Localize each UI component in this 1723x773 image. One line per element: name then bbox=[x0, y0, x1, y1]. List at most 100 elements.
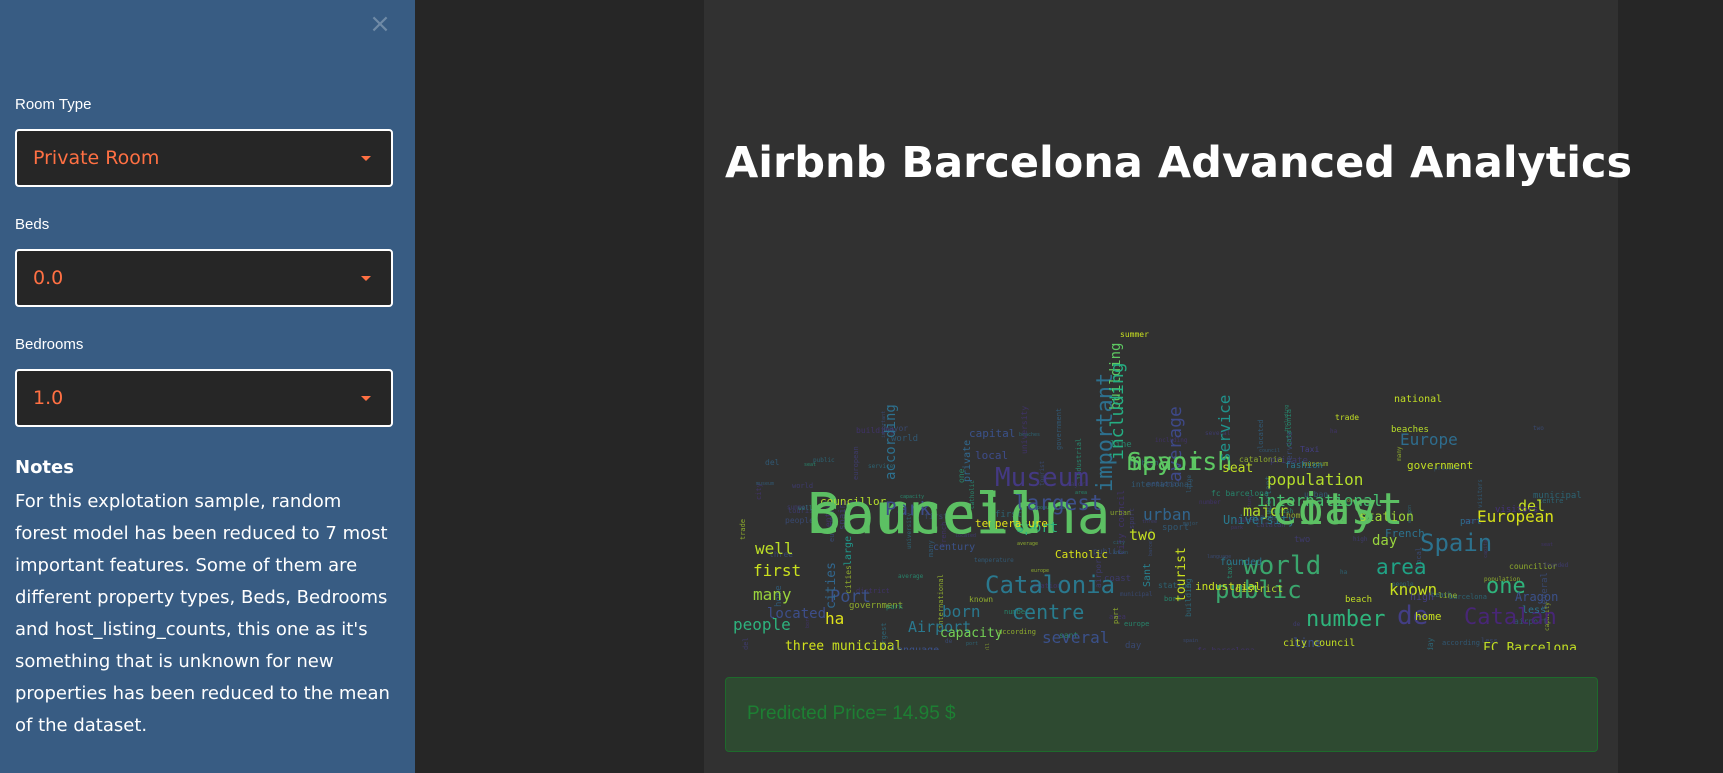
wordcloud-svg: barcelonacityspanishcataloniamuseumworld… bbox=[733, 330, 1582, 650]
beds-value: 0.0 bbox=[33, 267, 64, 289]
wordcloud-filler: according bbox=[1442, 639, 1480, 647]
chevron-down-icon bbox=[361, 396, 371, 401]
wordcloud-filler: ha bbox=[1340, 569, 1348, 576]
wordcloud-word: local bbox=[975, 449, 1008, 462]
wordcloud-filler: public bbox=[813, 457, 835, 464]
chevron-down-icon bbox=[361, 156, 371, 161]
wordcloud-word: Aragon bbox=[1515, 590, 1558, 604]
notes-title: Notes bbox=[15, 457, 74, 478]
wordcloud-word: beach bbox=[1345, 595, 1372, 605]
notes-line: and host_listing_counts, this one as it'… bbox=[15, 619, 368, 640]
wordcloud-word: high bbox=[1410, 592, 1434, 603]
beds-label: Beds bbox=[15, 216, 50, 233]
wordcloud-word: born bbox=[942, 602, 981, 621]
wordcloud-filler: day bbox=[1125, 641, 1142, 650]
wordcloud-word: beaches bbox=[1391, 425, 1429, 435]
wordcloud-word: located bbox=[767, 606, 826, 622]
wordcloud-filler: seat bbox=[1541, 542, 1553, 548]
room-type-value: Private Room bbox=[33, 147, 160, 169]
wordcloud-word: Sant bbox=[1142, 563, 1153, 587]
wordcloud-word: cities bbox=[824, 562, 839, 609]
wordcloud-word: capital bbox=[969, 427, 1015, 440]
wordcloud-word: council bbox=[807, 482, 1043, 547]
wordcloud-word: capacity bbox=[940, 626, 1003, 641]
wordcloud-word: national bbox=[1394, 394, 1442, 405]
wordcloud-word: fashion bbox=[1285, 461, 1323, 471]
wordcloud-word: government bbox=[1407, 459, 1473, 472]
wordcloud-filler: founded bbox=[1543, 562, 1569, 569]
wordcloud-filler: university bbox=[1020, 406, 1029, 454]
wordcloud-filler: including bbox=[1284, 405, 1290, 432]
wordcloud-word: summer bbox=[1120, 330, 1149, 339]
wordcloud-filler: known bbox=[1113, 550, 1128, 556]
prediction-alert: Predicted Price= 14.95 $ bbox=[725, 677, 1598, 752]
room-type-label: Room Type bbox=[15, 96, 92, 113]
wordcloud-word: area bbox=[1376, 555, 1427, 579]
wordcloud-word: many bbox=[753, 585, 792, 604]
wordcloud-filler: two bbox=[1294, 535, 1310, 545]
notes-line: properties has been reduced to the mean bbox=[15, 683, 390, 704]
wordcloud-filler: city council bbox=[1117, 490, 1127, 555]
bedrooms-select[interactable]: 1.0 bbox=[15, 369, 393, 427]
wordcloud-filler: well bbox=[985, 643, 991, 650]
wordcloud-filler: line bbox=[1438, 591, 1457, 600]
wordcloud-filler: located bbox=[1257, 419, 1265, 449]
wordcloud-word: city council bbox=[1283, 638, 1355, 649]
sidebar: × Room Type Private Room Beds 0.0 Bedroo… bbox=[0, 0, 415, 773]
wordcloud-filler: council bbox=[1259, 448, 1280, 454]
wordcloud-word: district bbox=[1235, 584, 1283, 595]
wordcloud-filler: part bbox=[1112, 607, 1120, 624]
main-panel: Airbnb Barcelona Advanced Analytics barc… bbox=[704, 0, 1632, 773]
wordcloud-filler: european bbox=[852, 446, 860, 480]
page-title: Airbnb Barcelona Advanced Analytics bbox=[725, 138, 1633, 188]
bedrooms-value: 1.0 bbox=[33, 387, 64, 409]
wordcloud-word: seat bbox=[1222, 461, 1253, 476]
wordcloud-word: founded bbox=[1220, 557, 1262, 568]
wordcloud-word: part bbox=[1460, 517, 1482, 527]
wordcloud-filler: sport bbox=[1162, 523, 1189, 533]
room-type-select[interactable]: Private Room bbox=[15, 129, 393, 187]
wordcloud-word: tourist bbox=[1174, 547, 1189, 602]
beds-select[interactable]: 0.0 bbox=[15, 249, 393, 307]
wordcloud-word: Catalonia bbox=[985, 571, 1115, 599]
wordcloud-word: FC Barcelona bbox=[1483, 641, 1577, 650]
wordcloud-word: Spain bbox=[1420, 529, 1492, 557]
wordcloud-word: mayor bbox=[1127, 447, 1202, 476]
notes-line: different property types, Beds, Bedrooms bbox=[15, 587, 388, 608]
wordcloud-word: three bbox=[785, 639, 824, 650]
wordcloud-filler: ha bbox=[1330, 428, 1338, 435]
notes-line: something that is unknown for new bbox=[15, 651, 334, 672]
wordcloud-filler: de bbox=[1293, 621, 1301, 628]
wordcloud-filler: seat bbox=[804, 462, 816, 468]
wordcloud-filler: temperature bbox=[974, 557, 1014, 564]
wordcloud-filler: trade bbox=[739, 519, 747, 540]
wordcloud-filler: visitors bbox=[1477, 479, 1484, 508]
wordcloud-filler: average bbox=[898, 573, 924, 580]
chevron-down-icon bbox=[361, 276, 371, 281]
wordcloud-word: Catholic bbox=[1055, 548, 1108, 561]
wordcloud-filler: municipal bbox=[1120, 591, 1153, 598]
wordcloud-word: according bbox=[883, 404, 899, 480]
wordcloud-word: less bbox=[1522, 605, 1546, 616]
wordcloud-word: ha bbox=[825, 609, 844, 628]
notes-line: important features. Some of them are bbox=[15, 555, 358, 576]
wordcloud-filler: park bbox=[886, 603, 904, 611]
wordcloud-filler: number bbox=[1199, 499, 1221, 506]
wordcloud-word: first bbox=[753, 561, 801, 580]
wordcloud-word: private bbox=[962, 440, 973, 482]
wordcloud-filler: del bbox=[765, 458, 780, 467]
wordcloud-filler: summer bbox=[787, 504, 809, 511]
wordcloud-image: barcelona city spanish catalonia museum world… bbox=[725, 310, 1598, 650]
wordcloud-filler: museum bbox=[756, 481, 774, 487]
wordcloud-filler: europe bbox=[1124, 620, 1149, 628]
wordcloud-word: several bbox=[1042, 628, 1109, 647]
wordcloud-word: trade bbox=[1335, 413, 1359, 422]
close-icon[interactable]: × bbox=[368, 11, 392, 37]
wordcloud-filler: according bbox=[998, 628, 1036, 636]
bedrooms-label: Bedrooms bbox=[15, 336, 84, 353]
notes-line: For this explotation sample, random bbox=[15, 491, 342, 512]
wordcloud-word: coast bbox=[1271, 484, 1403, 535]
wordcloud-word: service bbox=[1215, 395, 1234, 462]
wordcloud-word: visitors bbox=[1495, 505, 1538, 515]
wordcloud-word: home bbox=[1415, 610, 1442, 623]
